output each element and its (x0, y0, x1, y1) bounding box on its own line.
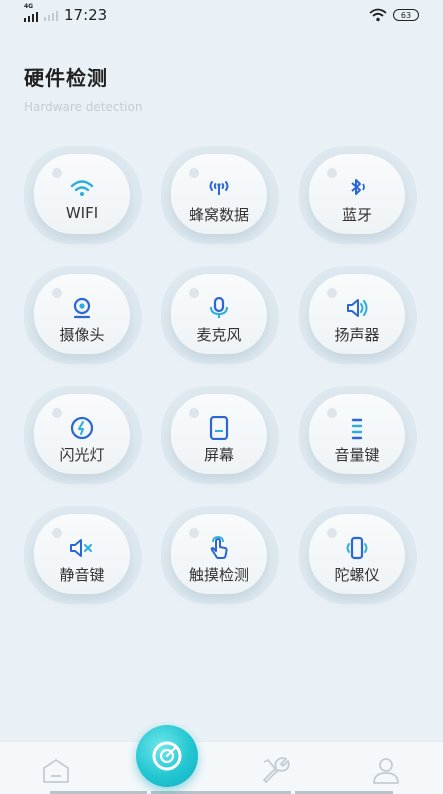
wifi-icon (70, 180, 94, 196)
bottom-tab-bar (0, 741, 443, 794)
gyroscope-icon (346, 536, 368, 560)
detect-item-cellular[interactable]: 蜂窝数据 (161, 146, 281, 246)
detect-item-screen[interactable]: 屏幕 (161, 386, 281, 486)
profile-icon (373, 758, 399, 784)
detect-item-label: 蜂窝数据 (188, 206, 249, 224)
screen-icon (209, 416, 229, 440)
page-title: 硬件检测 (24, 66, 108, 90)
detect-item-label: 屏幕 (203, 446, 234, 464)
detect-item-flash[interactable]: 闪光灯 (24, 386, 144, 486)
network-type: 4G (24, 3, 34, 10)
detect-item-label: 闪光灯 (59, 446, 105, 464)
bluetooth-icon (351, 179, 365, 195)
page-subtitle: Hardware detection (24, 100, 143, 114)
clock: 17:23 (64, 6, 108, 24)
battery-icon: 63 (393, 9, 419, 21)
detect-item-microphone[interactable]: 麦克风 (161, 266, 281, 366)
tab-tools[interactable] (258, 754, 290, 786)
tools-icon (263, 757, 290, 783)
detect-item-camera[interactable]: 摄像头 (24, 266, 144, 366)
detect-item-bluetooth[interactable]: 蓝牙 (299, 146, 419, 246)
detect-item-gyroscope[interactable]: 陀螺仪 (299, 506, 419, 606)
signal-icon: 4G (24, 3, 38, 22)
scan-button[interactable] (136, 725, 198, 787)
scan-icon (152, 741, 182, 771)
tab-profile[interactable] (370, 754, 402, 786)
home-icon (43, 759, 69, 783)
status-left: 4G 17:23 (24, 3, 108, 24)
status-right: 63 (369, 8, 419, 22)
detect-item-mute[interactable]: 静音键 (24, 506, 144, 606)
mute-icon (70, 539, 92, 557)
detect-item-speaker[interactable]: 扬声器 (299, 266, 419, 366)
tab-home[interactable] (40, 754, 72, 786)
detect-item-label: 蓝牙 (341, 206, 372, 224)
detect-item-label: 静音键 (59, 566, 105, 584)
microphone-icon (210, 296, 228, 318)
speaker-icon (347, 299, 368, 317)
detect-item-label: 音量键 (334, 446, 380, 464)
signal-icon-secondary (44, 9, 58, 21)
detect-item-wifi[interactable]: WIFI (24, 146, 144, 246)
detect-item-touch[interactable]: 触摸检测 (161, 506, 281, 606)
camera-icon (73, 297, 91, 319)
wifi-status-icon (369, 8, 387, 22)
detect-item-label: WIFI (65, 204, 99, 222)
detect-item-label: 摄像头 (59, 326, 105, 344)
detect-item-label: 触摸检测 (188, 566, 249, 584)
cellular-icon (209, 181, 229, 195)
flash-icon (70, 416, 94, 440)
detect-item-volume-key[interactable]: 音量键 (299, 386, 419, 486)
touch-icon (210, 536, 228, 559)
detect-item-label: 扬声器 (334, 326, 380, 344)
detect-item-label: 麦克风 (196, 326, 242, 344)
status-bar: 4G 17:23 63 (0, 0, 443, 32)
volume-key-icon (351, 418, 363, 440)
detect-item-label: 陀螺仪 (334, 566, 380, 584)
